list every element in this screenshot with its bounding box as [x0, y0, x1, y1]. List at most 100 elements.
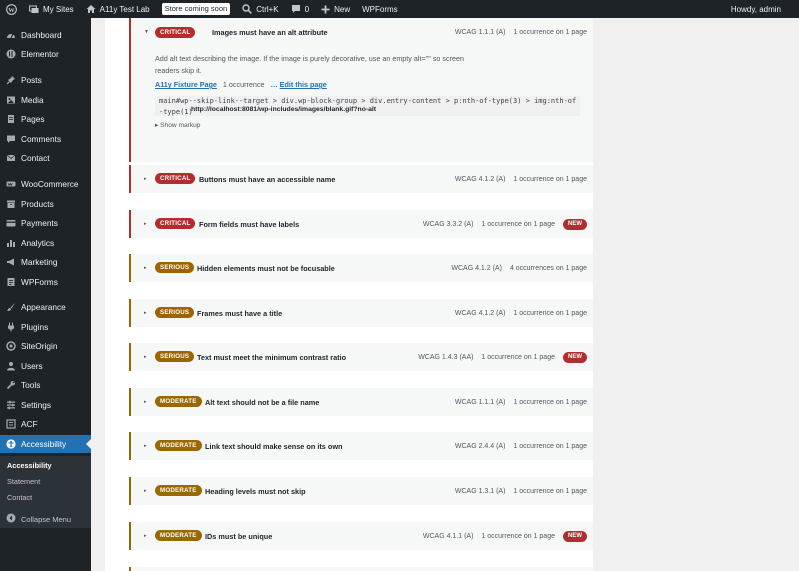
- issue-title: Form fields must have labels: [199, 219, 300, 229]
- edit-page-link[interactable]: … Edit this page: [270, 80, 326, 89]
- account-menu[interactable]: Howdy, admin: [725, 0, 799, 18]
- issue-row[interactable]: ▸ MODERATE IDs must be unique WCAG 4.1.1…: [129, 522, 593, 550]
- sidebar-item-wpforms[interactable]: WPForms: [0, 273, 91, 291]
- expand-toggle-icon[interactable]: ▸: [144, 210, 147, 238]
- submenu-item-accessibility[interactable]: Accessibility: [7, 461, 52, 470]
- sidebar-item-analytics[interactable]: Analytics: [0, 234, 91, 252]
- sidebar-item-contact[interactable]: Contact: [0, 149, 91, 167]
- sidebar-item-plugins[interactable]: Plugins: [0, 318, 91, 336]
- expand-toggle-icon[interactable]: ▸: [144, 299, 147, 327]
- sidebar-item-label: WooCommerce: [21, 179, 79, 189]
- expand-toggle-icon[interactable]: ▸: [144, 165, 147, 193]
- issue-title: Alt text should not be a file name: [205, 397, 320, 407]
- woo-icon: [6, 179, 16, 189]
- issue-title[interactable]: Images must have an alt attribute: [212, 18, 328, 46]
- sidebar-item-marketing[interactable]: Marketing: [0, 253, 91, 271]
- element-url: http://localhost:8081/wp-includes/images…: [191, 106, 377, 113]
- severity-bar: [129, 210, 131, 238]
- settings-icon: [6, 400, 16, 410]
- page-occurrence-count: 1 occurrence: [222, 80, 265, 89]
- dashboard-icon: [6, 30, 16, 40]
- comments-count: 0: [304, 4, 310, 14]
- sidebar-item-users[interactable]: Users: [0, 357, 91, 375]
- chart-icon: [6, 238, 16, 248]
- site-name-menu[interactable]: A11y Test Lab: [80, 0, 156, 18]
- my-sites-label: My Sites: [43, 4, 74, 14]
- sidebar-item-tools[interactable]: Tools: [0, 376, 91, 394]
- sidebar-item-label: Comments: [21, 134, 62, 144]
- sidebar-item-payments[interactable]: Payments: [0, 214, 91, 232]
- issue-title: Frames must have a title: [197, 308, 283, 318]
- sidebar-item-label: Plugins: [21, 322, 49, 332]
- sidebar-item-label: Media: [21, 95, 44, 105]
- wrench-icon: [6, 380, 16, 390]
- new-content-menu[interactable]: New: [315, 0, 356, 18]
- severity-badge: MODERATE: [155, 396, 202, 407]
- comments-menu[interactable]: 0: [285, 0, 315, 18]
- show-markup-label: Show markup: [160, 122, 201, 129]
- occurrence-count: 1 occurrence on 1 page: [513, 398, 587, 406]
- sidebar-item-media[interactable]: Media: [0, 91, 91, 109]
- issue-row[interactable]: ▸ MODERATE Heading levels must not skip …: [129, 477, 593, 505]
- severity-bar: [129, 432, 131, 460]
- page-link[interactable]: A11y Fixture Page: [155, 80, 217, 89]
- issue-row[interactable]: ▸ SERIOUS Hidden elements must not be fo…: [129, 254, 593, 282]
- wordpress-logo-button[interactable]: W: [0, 0, 23, 18]
- severity-bar: [129, 388, 131, 416]
- sidebar-item-accessibility[interactable]: Accessibility: [0, 435, 91, 453]
- collapse-toggle-icon[interactable]: ▼: [144, 18, 149, 46]
- issue-row[interactable]: ▸ MODERATE Alt text should not be a file…: [129, 388, 593, 416]
- sidebar-item-label: ACF: [21, 419, 38, 429]
- sidebar-item-products[interactable]: Products: [0, 195, 91, 213]
- issue-meta: WCAG 1.3.1 (A) 1 occurrence on 1 page: [455, 477, 587, 505]
- sidebar-item-label: SiteOrigin: [21, 341, 58, 351]
- expand-toggle-icon[interactable]: ▸: [144, 477, 147, 505]
- issue-meta: WCAG 4.1.1 (A) 1 occurrence on 1 page NE…: [423, 522, 587, 550]
- expand-toggle-icon[interactable]: ▸: [144, 522, 147, 550]
- sidebar-item-settings[interactable]: Settings: [0, 396, 91, 414]
- submenu-item-statement[interactable]: Statement: [7, 477, 40, 486]
- sidebar-item-dashboard[interactable]: Dashboard: [0, 26, 91, 44]
- sidebar-item-comments[interactable]: Comments: [0, 130, 91, 148]
- sidebar-item-acf[interactable]: ACF: [0, 415, 91, 433]
- wordpress-icon: W: [6, 3, 17, 15]
- pin-icon: [6, 75, 16, 85]
- store-status-item[interactable]: Store coming soon: [156, 0, 237, 18]
- expand-toggle-icon[interactable]: ▸: [144, 343, 147, 371]
- issue-row-partial[interactable]: [129, 567, 593, 571]
- issue-title: Heading levels must not skip: [205, 486, 306, 496]
- my-sites-menu[interactable]: My Sites: [23, 0, 80, 18]
- occurrence-row: A11y Fixture Page 1 occurrence … Edit th…: [155, 80, 327, 89]
- sidebar-item-posts[interactable]: Posts: [0, 71, 91, 89]
- comment-icon: [6, 134, 16, 144]
- new-badge: NEW: [563, 351, 587, 363]
- sidebar-item-label: Posts: [21, 75, 42, 85]
- sidebar-item-siteorigin[interactable]: SiteOrigin: [0, 337, 91, 355]
- issue-row[interactable]: ▸ CRITICAL Buttons must have an accessib…: [129, 165, 593, 193]
- wcag-ref: WCAG 1.3.1 (A): [454, 487, 506, 495]
- command-palette-button[interactable]: Ctrl+K: [236, 0, 284, 18]
- expand-toggle-icon[interactable]: ▸: [144, 254, 147, 282]
- acf-icon: [6, 419, 16, 429]
- sidebar-item-elementor[interactable]: Elementor: [0, 45, 91, 63]
- collapse-menu-button[interactable]: Collapse Menu: [6, 513, 71, 525]
- sidebar-item-appearance[interactable]: Appearance: [0, 298, 91, 316]
- media-icon: [6, 95, 16, 105]
- wpforms-menu[interactable]: WPForms: [356, 0, 404, 18]
- wcag-ref: WCAG 4.1.2 (A): [451, 264, 502, 272]
- issue-row[interactable]: ▸ SERIOUS Text must meet the minimum con…: [129, 343, 593, 371]
- issue-row[interactable]: ▸ SERIOUS Frames must have a title WCAG …: [129, 299, 593, 327]
- siteorigin-icon: [6, 341, 16, 351]
- sidebar-item-label: Marketing: [21, 257, 58, 267]
- wcag-ref: WCAG 4.1.1 (A): [422, 532, 474, 540]
- expand-toggle-icon[interactable]: ▸: [144, 432, 147, 460]
- issue-row[interactable]: ▸ MODERATE Link text should make sense o…: [129, 432, 593, 460]
- sidebar-item-woocommerce[interactable]: WooCommerce: [0, 175, 91, 193]
- submenu-item-contact[interactable]: Contact: [7, 493, 32, 502]
- issue-title: Text must meet the minimum contrast rati…: [197, 352, 347, 362]
- expand-toggle-icon[interactable]: ▸: [144, 388, 147, 416]
- issue-row[interactable]: ▸ CRITICAL Form fields must have labels …: [129, 210, 593, 238]
- results-panel: ▼ CRITICAL Images must have an alt attri…: [105, 18, 593, 571]
- sidebar-item-pages[interactable]: Pages: [0, 110, 91, 128]
- show-markup-toggle[interactable]: ▸ Show markup: [155, 121, 200, 129]
